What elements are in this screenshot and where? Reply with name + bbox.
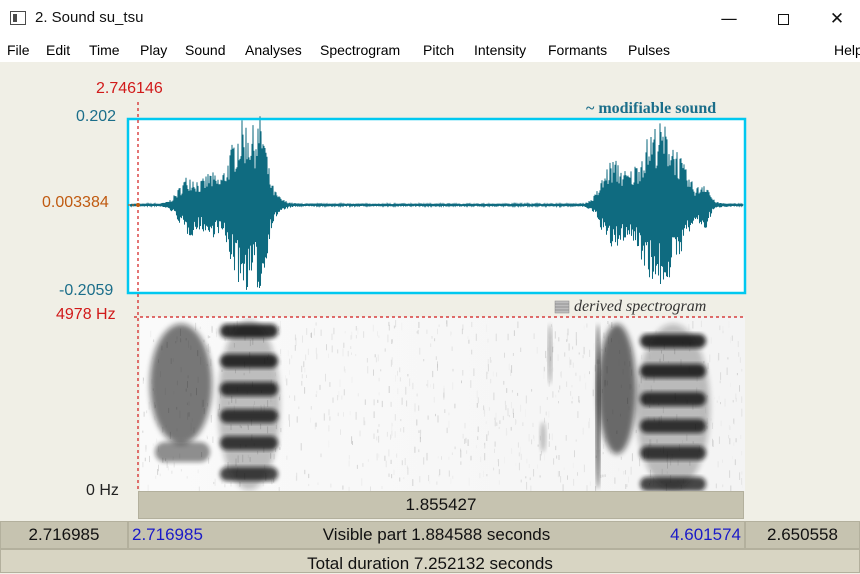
menu-sound[interactable]: Sound bbox=[185, 42, 225, 58]
app-icon bbox=[10, 11, 26, 25]
menu-edit[interactable]: Edit bbox=[46, 42, 70, 58]
total-duration-label: Total duration 7.252132 seconds bbox=[307, 554, 553, 573]
menu-pitch[interactable]: Pitch bbox=[423, 42, 454, 58]
right-outside-bar[interactable]: 2.650558 bbox=[745, 521, 860, 549]
visible-end-time: 4.601574 bbox=[670, 525, 741, 544]
window-title: 2. Sound su_tsu bbox=[35, 9, 144, 26]
left-outside-bar[interactable]: 2.716985 bbox=[0, 521, 128, 549]
selection-duration: 1.855427 bbox=[405, 495, 477, 514]
frequency-min-label: 0 Hz bbox=[86, 482, 119, 499]
waveform-title: ~ modifiable sound bbox=[586, 100, 717, 117]
selection-duration-bar[interactable]: 1.855427 bbox=[138, 491, 744, 519]
amplitude-cursor-label: 0.003384 bbox=[42, 194, 109, 211]
spectrogram-title: derived spectrogram bbox=[574, 298, 707, 315]
visible-start-time: 2.716985 bbox=[132, 525, 203, 544]
visible-part-bar[interactable]: 2.716985 Visible part 1.884588 seconds 4… bbox=[128, 521, 745, 549]
total-duration-bar[interactable]: Total duration 7.252132 seconds bbox=[0, 549, 860, 573]
menu-file[interactable]: File bbox=[7, 42, 30, 58]
amplitude-max-label: 0.202 bbox=[76, 108, 117, 125]
maximize-icon bbox=[777, 13, 789, 25]
menu-intensity[interactable]: Intensity bbox=[474, 42, 526, 58]
right-outside-duration: 2.650558 bbox=[767, 525, 838, 544]
menu-formants[interactable]: Formants bbox=[548, 42, 607, 58]
close-icon: ✕ bbox=[829, 9, 845, 29]
menu-play[interactable]: Play bbox=[140, 42, 167, 58]
left-outside-duration: 2.716985 bbox=[28, 525, 100, 544]
editor-canvas[interactable] bbox=[0, 62, 860, 520]
minimize-button[interactable]: — bbox=[706, 0, 752, 38]
menu-help[interactable]: Help bbox=[834, 42, 860, 58]
minimize-icon: — bbox=[720, 9, 738, 29]
amplitude-min-label: -0.2059 bbox=[59, 282, 114, 299]
sound-editor[interactable]: 2.746146 ~ modifiable sound 0.202 0.0033… bbox=[0, 62, 860, 520]
close-button[interactable]: ✕ bbox=[814, 0, 860, 38]
menu-pulses[interactable]: Pulses bbox=[628, 42, 670, 58]
menu-spectrogram[interactable]: Spectrogram bbox=[320, 42, 400, 58]
menu-analyses[interactable]: Analyses bbox=[245, 42, 302, 58]
title-bar: 2. Sound su_tsu — ✕ bbox=[0, 0, 860, 38]
frequency-max-label: 4978 Hz bbox=[56, 306, 116, 323]
menu-bar: File Edit Time Play Sound Analyses Spect… bbox=[0, 38, 860, 62]
cursor-time-label: 2.746146 bbox=[96, 80, 163, 97]
visible-part-label: Visible part 1.884588 seconds bbox=[322, 525, 551, 544]
menu-time[interactable]: Time bbox=[89, 42, 120, 58]
maximize-button[interactable] bbox=[760, 0, 806, 38]
cursor-marker bbox=[136, 203, 140, 207]
